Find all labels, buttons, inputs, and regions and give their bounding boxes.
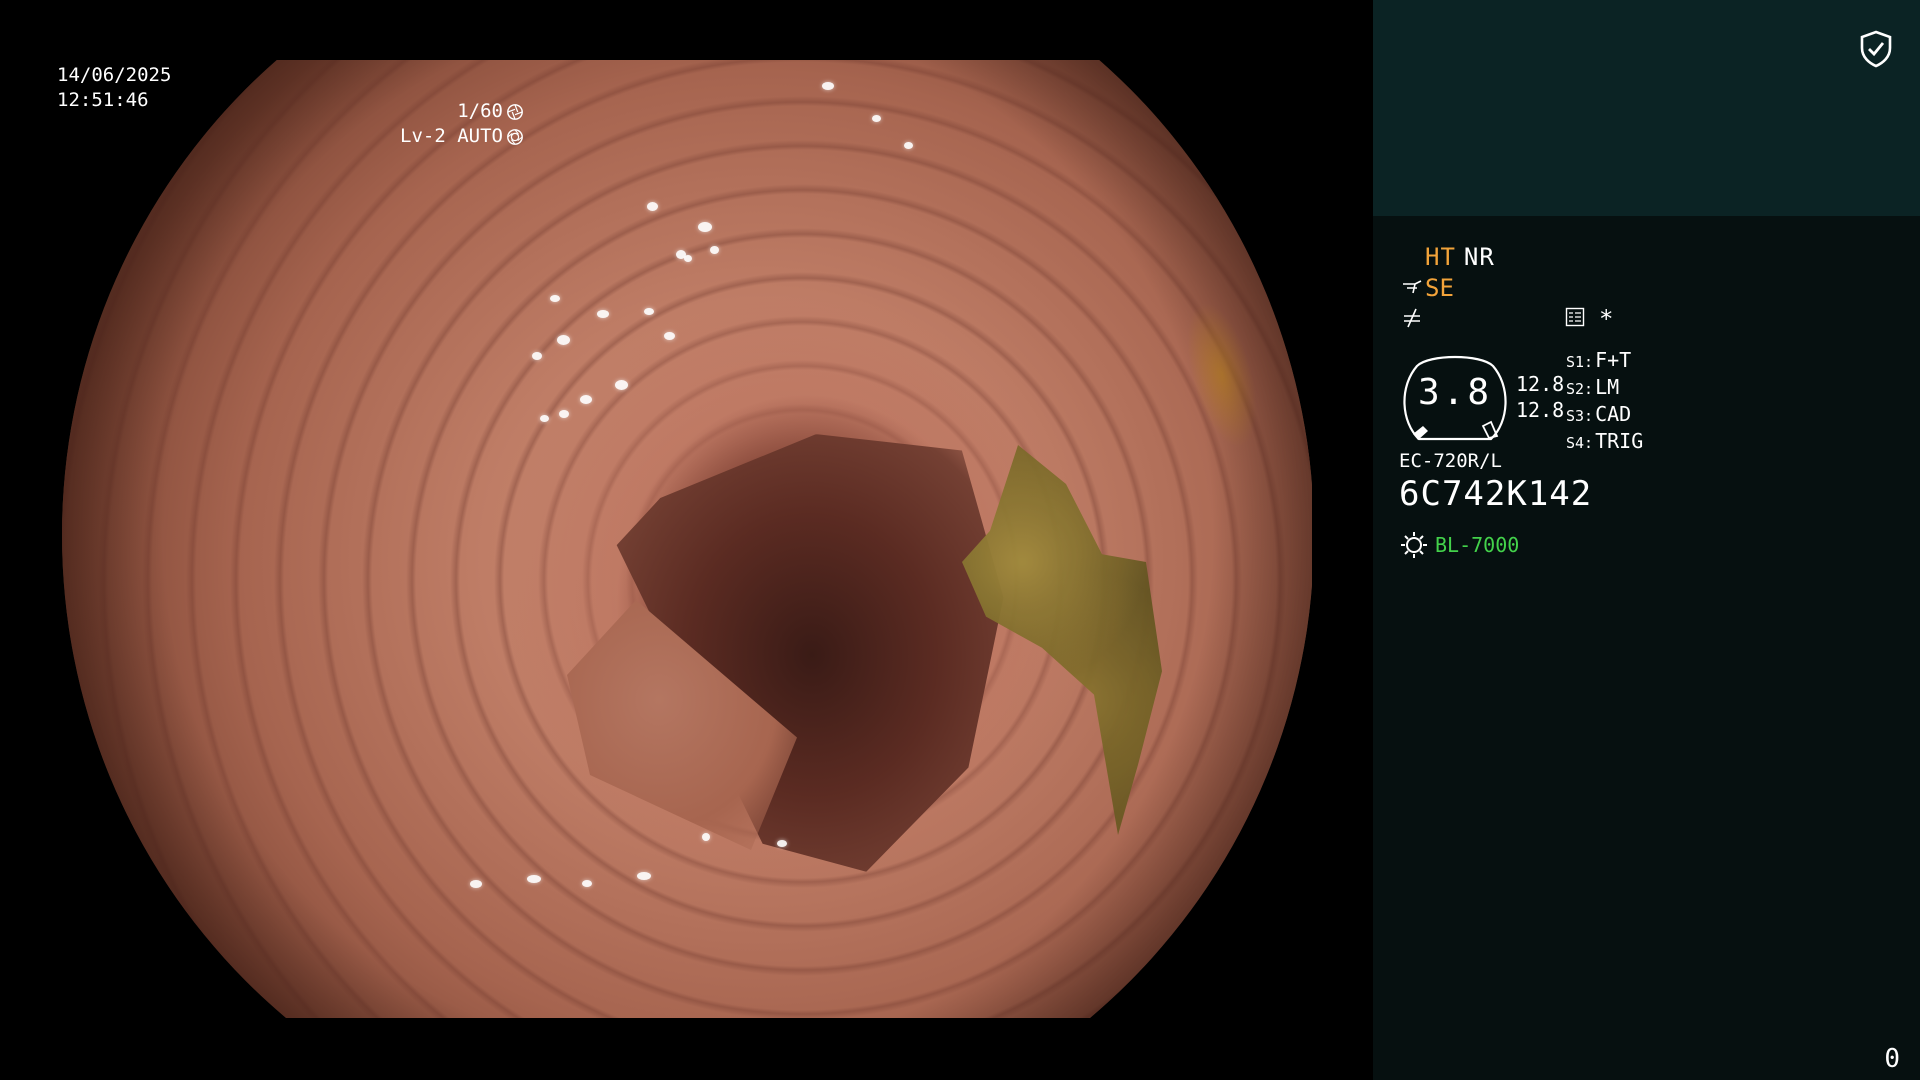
specular-glare (470, 880, 482, 888)
panel-header-area (1373, 0, 1920, 216)
specular-glare (615, 380, 628, 390)
scope-switch-list: S1: F+T S2: LM S3: CAD S4: TRIG (1566, 348, 1643, 456)
value-column: 12.8 12.8 (1516, 371, 1564, 423)
iris-icon (507, 128, 523, 145)
date-text: 14/06/2025 (57, 64, 172, 86)
switch-value: LM (1595, 375, 1620, 399)
brightness-level: Lv-2 AUTO (400, 125, 503, 147)
specular-glare (597, 310, 609, 318)
switch-key: S4: (1566, 434, 1594, 452)
switch-value: TRIG (1595, 429, 1644, 453)
value-1: 12.8 (1516, 372, 1565, 396)
shutter-row: 1/60 (400, 99, 524, 124)
image-mode-row: HT NR (1425, 243, 1503, 271)
datetime-display: 14/06/2025 12:51:46 (57, 63, 171, 113)
specular-glare (777, 840, 787, 847)
specular-glare (644, 308, 654, 315)
specular-glare (637, 872, 651, 880)
switch-key: S3: (1566, 407, 1594, 425)
light-source-model: BL-7000 (1435, 533, 1520, 557)
specular-glare (532, 352, 542, 360)
switch-key: S2: (1566, 380, 1594, 398)
ht-mode: HT (1425, 243, 1456, 271)
specular-glare (559, 410, 569, 418)
switch-value: F+T (1595, 348, 1632, 372)
light-source-row: BL-7000 (1399, 530, 1519, 560)
specular-glare (904, 142, 913, 149)
colon-lumen-image (62, 60, 1312, 1018)
specular-glare (647, 202, 658, 211)
specular-glare (872, 115, 881, 122)
structure-enhance-row: SE (1401, 274, 1454, 302)
specular-glare (702, 833, 710, 841)
specular-glare (664, 332, 675, 340)
switch-value: CAD (1595, 402, 1632, 426)
scope-model: EC-720R/L (1399, 450, 1502, 472)
switch-item: S3: CAD (1566, 402, 1643, 429)
structure-enhance-icon (1404, 308, 1420, 328)
specular-glare (550, 295, 560, 302)
endoscopy-screen: 14/06/2025 12:51:46 1/60 Lv-2 AUTO HT NR… (0, 0, 1920, 1080)
switch-item: S1: F+T (1566, 348, 1643, 375)
brightness-row: Lv-2 AUTO (400, 124, 524, 149)
switch-item: S2: LM (1566, 375, 1643, 402)
scope-serial-number: 6C742K142 (1399, 474, 1593, 514)
shutter-icon (507, 103, 523, 120)
specular-glare (822, 82, 834, 90)
scope-tip-icon (1403, 280, 1422, 294)
shutter-speed: 1/60 (457, 100, 503, 122)
mucosa-stain (1173, 294, 1271, 456)
specular-glare (698, 222, 712, 232)
image-counter: 0 (1884, 1044, 1900, 1074)
specular-glare (527, 875, 541, 883)
specular-glare (710, 246, 719, 254)
star-indicator: * (1599, 305, 1614, 333)
time-text: 12:51:46 (57, 89, 149, 111)
specular-glare (540, 415, 549, 422)
endoscopic-image-area: 14/06/2025 12:51:46 1/60 Lv-2 AUTO (0, 0, 1372, 1080)
specular-glare (580, 395, 592, 404)
exposure-display: 1/60 Lv-2 AUTO (400, 99, 524, 149)
specular-glare (557, 335, 570, 345)
status-panel: HT NR SE * 3.8 12.8 12.8 S1: F+T S2: LM … (1373, 0, 1920, 1080)
settings-list-icon (1565, 307, 1585, 327)
switch-key: S1: (1566, 353, 1594, 371)
specular-glare (582, 880, 592, 887)
shield-check-icon (1860, 30, 1892, 68)
se-label: SE (1425, 274, 1454, 302)
nr-mode: NR (1463, 243, 1495, 271)
zoom-value: 3.8 (1417, 372, 1493, 413)
light-source-icon (1401, 532, 1427, 558)
specular-glare (684, 255, 692, 262)
switch-item: S4: TRIG (1566, 429, 1643, 456)
value-2: 12.8 (1516, 398, 1565, 422)
